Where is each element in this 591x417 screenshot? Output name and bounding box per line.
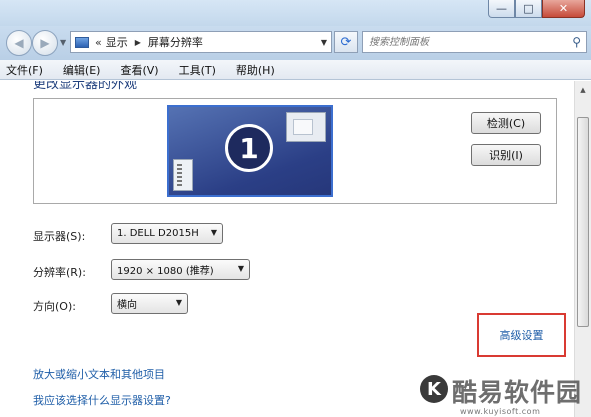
- breadcrumb-screen-resolution[interactable]: 屏幕分辨率: [148, 34, 203, 50]
- monitor-number: 1: [225, 124, 273, 172]
- watermark-title: 酷易软件园: [452, 378, 583, 407]
- text-size-link[interactable]: 放大或缩小文本和其他项目: [33, 366, 165, 382]
- recent-pages-dropdown-icon[interactable]: ▼: [60, 38, 66, 47]
- minimize-icon: —: [496, 2, 507, 15]
- page-heading: 更改显示器的外观: [33, 81, 138, 92]
- forward-button[interactable]: ▶: [32, 30, 58, 56]
- back-button[interactable]: ◀: [6, 30, 32, 56]
- resolution-select-value: 1920 × 1080 (推荐): [117, 266, 214, 277]
- display-settings-help-link[interactable]: 我应该选择什么显示器设置?: [33, 392, 171, 408]
- scrollbar-thumb[interactable]: [577, 117, 589, 327]
- display-label: 显示器(S):: [33, 230, 86, 243]
- resolution-label: 分辨率(R):: [33, 266, 86, 279]
- menu-help[interactable]: 帮助(H): [236, 62, 275, 78]
- monitor-thumbnail[interactable]: 1: [167, 105, 333, 197]
- address-dropdown-icon[interactable]: ▼: [321, 38, 327, 47]
- display-select[interactable]: 1. DELL D2015H ▼: [111, 223, 223, 244]
- back-arrow-icon: ◀: [14, 36, 24, 50]
- window-thumbnail-icon: [286, 112, 326, 142]
- identify-button[interactable]: 识别(I): [471, 144, 541, 166]
- menu-file[interactable]: 文件(F): [6, 62, 43, 78]
- watermark-url: www.kuyisoft.com: [460, 407, 541, 416]
- search-box[interactable]: ⚲: [362, 31, 587, 53]
- advanced-settings-link[interactable]: 高级设置: [479, 315, 564, 355]
- menu-view[interactable]: 查看(V): [120, 62, 158, 78]
- menu-tools[interactable]: 工具(T): [179, 62, 216, 78]
- orientation-label: 方向(O):: [33, 300, 76, 313]
- address-bar[interactable]: « 显示 ▶ 屏幕分辨率 ▼: [70, 31, 332, 53]
- scroll-up-icon[interactable]: ▲: [575, 81, 591, 98]
- vertical-scrollbar[interactable]: ▲: [574, 81, 591, 417]
- site-watermark: K 酷易软件园 www.kuyisoft.com: [420, 373, 591, 417]
- menu-bar: 文件(F) 编辑(E) 查看(V) 工具(T) 帮助(H): [0, 60, 591, 80]
- navigation-bar: ◀ ▶ ▼ « 显示 ▶ 屏幕分辨率 ▼ ⟳ ⚲: [0, 26, 591, 60]
- window-controls: — □ ✕: [488, 0, 585, 18]
- search-input[interactable]: [363, 32, 553, 52]
- watermark-logo-icon: K: [420, 375, 448, 403]
- resolution-select[interactable]: 1920 × 1080 (推荐) ▼: [111, 259, 250, 280]
- search-icon[interactable]: ⚲: [572, 35, 581, 49]
- refresh-icon: ⟳: [340, 34, 352, 50]
- chevron-down-icon: ▼: [237, 264, 244, 273]
- minimize-button[interactable]: —: [488, 0, 515, 18]
- breadcrumb-separator-icon[interactable]: ▶: [135, 38, 141, 47]
- orientation-select[interactable]: 横向 ▼: [111, 293, 188, 314]
- breadcrumb-display[interactable]: 显示: [106, 34, 128, 50]
- main-content: 更改显示器的外观 1 检测(C) 识别(I) 显示器(S): 1. DELL D…: [0, 81, 574, 417]
- advanced-settings-highlight: 高级设置: [477, 313, 566, 357]
- detect-button[interactable]: 检测(C): [471, 112, 541, 134]
- address-overflow-chevron[interactable]: «: [95, 36, 102, 49]
- close-icon: ✕: [558, 2, 569, 15]
- title-bar: — □ ✕: [0, 0, 591, 26]
- refresh-button[interactable]: ⟳: [334, 31, 358, 53]
- close-button[interactable]: ✕: [542, 0, 585, 18]
- display-preview-panel: 1 检测(C) 识别(I): [33, 98, 557, 204]
- forward-arrow-icon: ▶: [40, 36, 50, 50]
- chevron-down-icon: ▼: [210, 228, 217, 237]
- chevron-down-icon: ▼: [175, 298, 182, 307]
- control-panel-monitor-icon: [75, 36, 89, 48]
- orientation-select-value: 横向: [117, 300, 137, 311]
- menu-edit[interactable]: 编辑(E): [63, 62, 101, 78]
- maximize-button[interactable]: □: [515, 0, 542, 18]
- sidebar-thumbnail-icon: [173, 159, 193, 191]
- display-select-value: 1. DELL D2015H: [117, 228, 199, 239]
- maximize-icon: □: [523, 2, 534, 15]
